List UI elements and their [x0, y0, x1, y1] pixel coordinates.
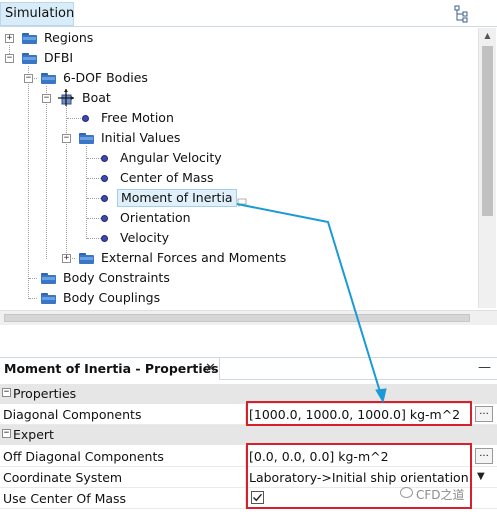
highlight-box-diagonal	[246, 401, 472, 426]
tab-simulation[interactable]: Simulation	[0, 2, 74, 26]
property-name: Off Diagonal Components	[3, 449, 164, 464]
scroll-up-icon[interactable]: ▲	[479, 28, 496, 44]
collapse-icon[interactable]: −	[24, 74, 33, 83]
folder-icon	[22, 33, 37, 44]
category-label: Expert	[13, 427, 54, 442]
tree-item-label: External Forces and Moments	[101, 250, 287, 265]
properties-tab-label: Moment of Inertia - Properties	[4, 361, 219, 376]
tree-item-body-constraints[interactable]: Body Constraints	[0, 268, 470, 288]
tree-item-boat[interactable]: − Boat	[0, 88, 470, 108]
folder-icon	[79, 133, 94, 144]
tab-moment-of-inertia-properties[interactable]: Moment of Inertia - Properties ✕	[0, 358, 220, 380]
tree-header-divider	[0, 26, 497, 27]
tree-item-label: Regions	[44, 30, 94, 45]
category-expert[interactable]: − Expert	[0, 425, 497, 445]
tree-item-dfbi[interactable]: − DFBI	[0, 48, 470, 68]
expand-icon[interactable]: +	[5, 34, 14, 43]
tree-item-label: Boat	[82, 90, 111, 105]
property-name: Coordinate System	[3, 470, 123, 485]
tree-item-free-motion[interactable]: Free Motion	[0, 108, 470, 128]
scrollbar-thumb[interactable]	[4, 314, 470, 322]
tree-item-label: Orientation	[120, 210, 191, 225]
simulation-tree-panel: Simulation + Regions − DFBI − 6-DOF Bodi…	[0, 0, 497, 330]
tree-item-label-selected: Moment of Inertia	[117, 189, 237, 207]
tree-item-body-couplings[interactable]: Body Couplings	[0, 288, 470, 308]
folder-icon	[41, 293, 56, 304]
tree-item-angular-velocity[interactable]: Angular Velocity	[0, 148, 470, 168]
property-node-icon	[101, 235, 108, 242]
close-icon[interactable]: ✕	[205, 361, 216, 376]
comment-icon	[237, 193, 247, 207]
property-node-icon	[101, 215, 108, 222]
tree-item-label: Velocity	[120, 230, 170, 245]
tree-item-velocity[interactable]: Velocity	[0, 228, 470, 248]
tree-item-label: Body Constraints	[63, 270, 170, 285]
folder-icon	[41, 273, 56, 284]
folder-icon	[41, 73, 56, 84]
dropdown-arrow-icon[interactable]: ▼	[477, 471, 485, 482]
tree-item-label: Center of Mass	[120, 170, 214, 185]
tab-simulation-label: Simulation	[5, 6, 75, 21]
tree-item-external-forces[interactable]: + External Forces and Moments	[0, 248, 470, 268]
collapse-icon[interactable]: −	[62, 134, 71, 143]
tree-horizontal-scrollbar[interactable]	[0, 310, 497, 325]
tree-item-label: Free Motion	[101, 110, 174, 125]
tree-options-icon[interactable]	[452, 4, 472, 24]
tree-item-label: Angular Velocity	[120, 150, 222, 165]
property-node-icon	[101, 175, 108, 182]
tree-item-center-of-mass[interactable]: Center of Mass	[0, 168, 470, 188]
tree-vertical-scrollbar[interactable]: ▲	[478, 28, 496, 308]
category-label: Properties	[13, 386, 77, 401]
tree-item-label: Body Couplings	[63, 290, 161, 305]
property-node-icon	[82, 115, 89, 122]
tree-item-6dof-bodies[interactable]: − 6-DOF Bodies	[0, 68, 470, 88]
property-node-icon	[101, 195, 108, 202]
collapse-icon[interactable]: −	[42, 94, 51, 103]
property-name: Diagonal Components	[3, 407, 142, 422]
scrollbar-thumb[interactable]	[482, 46, 493, 216]
collapse-icon[interactable]: −	[5, 54, 14, 63]
folder-icon	[22, 53, 37, 64]
expand-icon[interactable]: +	[62, 254, 71, 263]
tree-item-label: 6-DOF Bodies	[63, 70, 148, 85]
watermark-logo-icon	[400, 487, 413, 498]
folder-icon	[79, 253, 94, 264]
tree-item-regions[interactable]: + Regions	[0, 28, 470, 48]
watermark-text: CFD之道	[416, 488, 465, 502]
tree-item-initial-values[interactable]: − Initial Values	[0, 128, 470, 148]
rigid-body-icon	[57, 89, 75, 107]
tree-item-orientation[interactable]: Orientation	[0, 208, 470, 228]
edit-ellipsis-button[interactable]: ...	[475, 406, 493, 422]
tree-item-label: Initial Values	[101, 130, 181, 145]
property-node-icon	[101, 155, 108, 162]
tree-item-moment-of-inertia[interactable]: Moment of Inertia	[0, 188, 470, 208]
collapse-icon[interactable]: −	[2, 388, 11, 397]
edit-ellipsis-button[interactable]: ...	[475, 448, 493, 464]
property-name: Use Center Of Mass	[3, 491, 127, 506]
minimize-icon[interactable]: —	[478, 360, 491, 375]
collapse-icon[interactable]: −	[2, 429, 11, 438]
tab-divider	[220, 379, 497, 380]
tree-item-label: DFBI	[44, 50, 74, 65]
